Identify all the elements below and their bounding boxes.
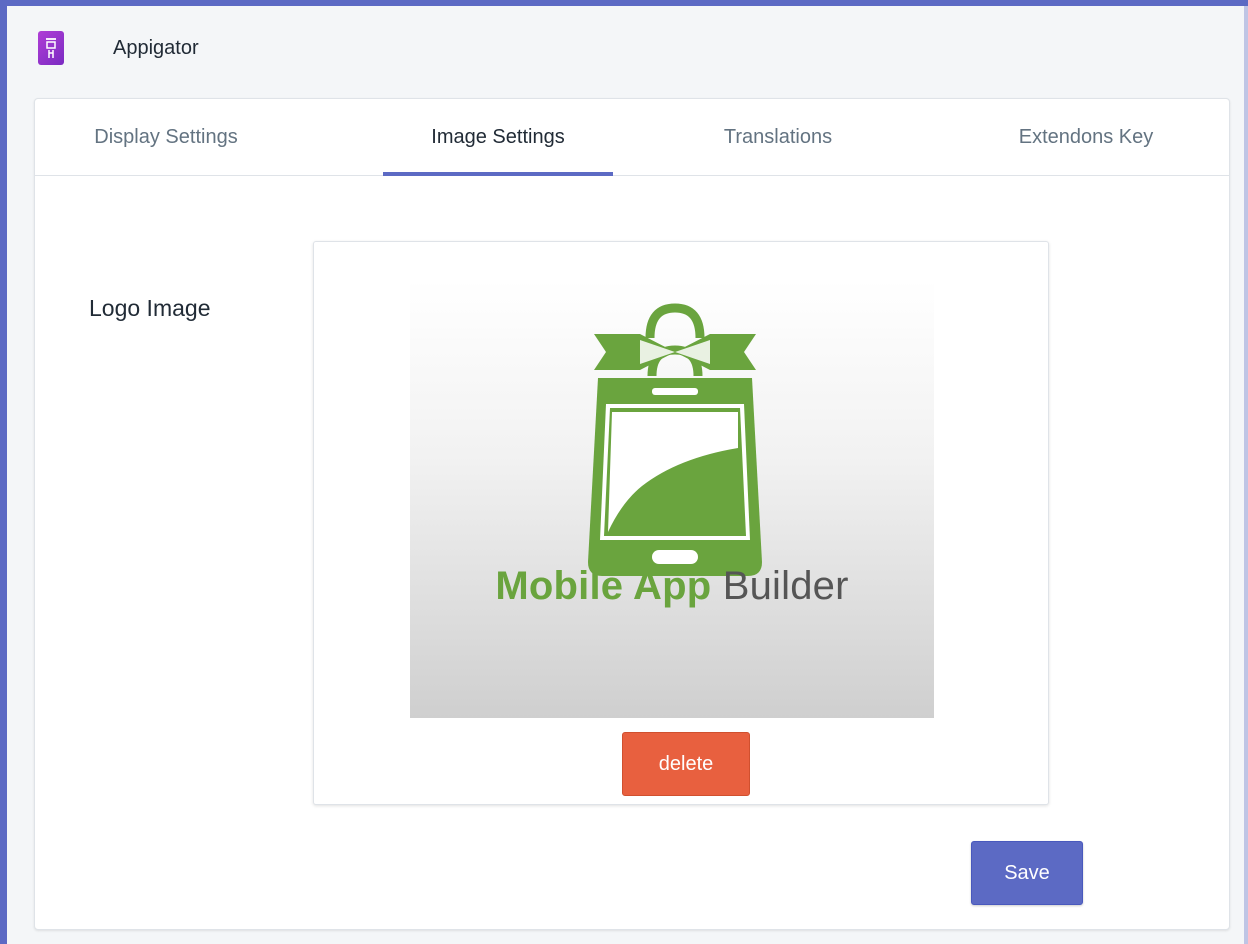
app-name: Appigator [113,36,199,59]
app-logo-icon [38,31,64,65]
window-frame-top [0,0,1248,6]
save-button[interactable]: Save [971,841,1083,905]
window-frame-left [0,0,7,944]
tab-display-settings[interactable]: Display Settings [63,99,269,175]
logo-image-panel: Mobile App Builder delete [313,241,1049,805]
tab-label: Extendons Key [1018,125,1154,148]
brand-text: Mobile App Builder [410,564,934,609]
shopping-bag-phone-icon [588,303,762,576]
delete-logo-button[interactable]: delete [622,732,750,796]
logo-image-label: Logo Image [89,295,211,321]
app-header: Appigator [38,30,199,66]
tab-label: Display Settings [94,125,238,148]
tab-label: Image Settings [431,125,565,148]
tab-extendons-key[interactable]: Extendons Key [993,99,1179,175]
brand-word-mobile-app: Mobile App [495,564,712,608]
tab-image-settings[interactable]: Image Settings [383,99,613,176]
tab-label: Translations [723,125,833,148]
logo-image-preview: Mobile App Builder [410,280,934,718]
tab-bar: Display Settings Image Settings Translat… [35,99,1229,176]
brand-word-builder: Builder [722,564,849,608]
settings-card: Display Settings Image Settings Translat… [34,98,1230,930]
tab-translations[interactable]: Translations [695,99,861,175]
window-frame-right [1244,0,1248,944]
